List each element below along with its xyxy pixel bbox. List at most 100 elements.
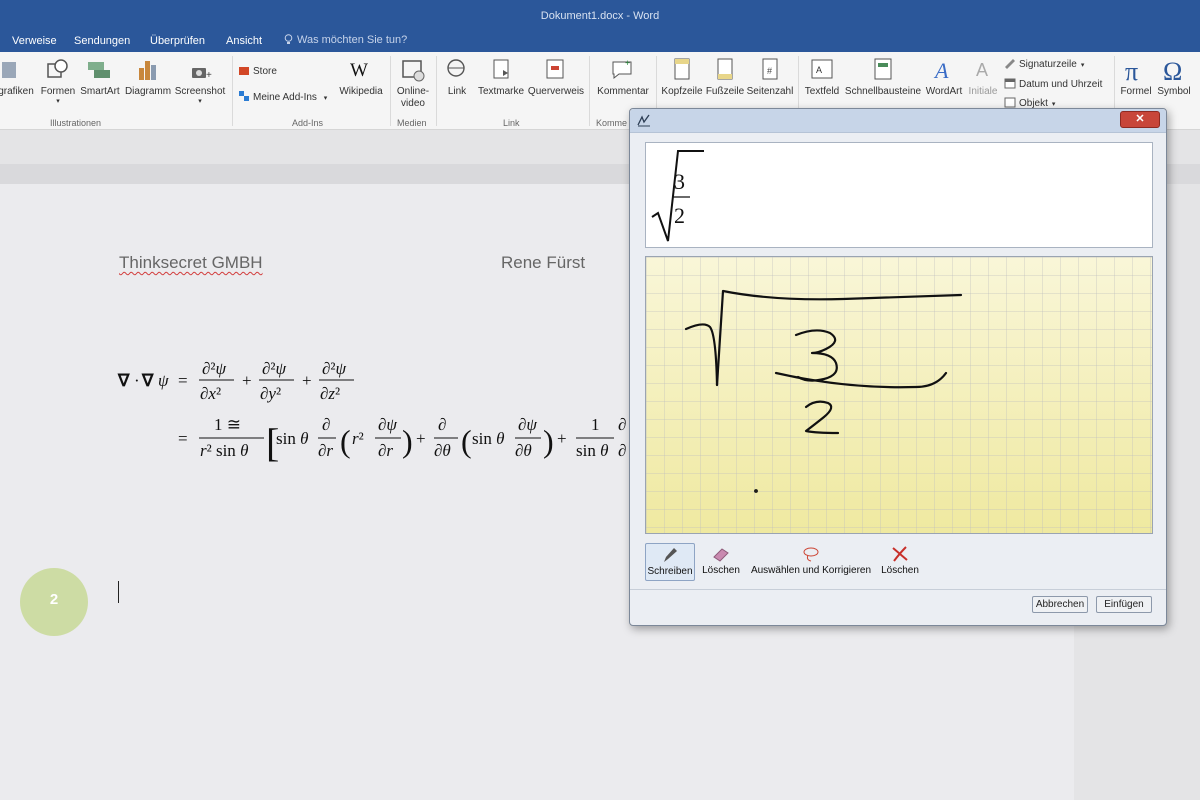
clear-all-button[interactable]: Löschen xyxy=(875,543,925,581)
svg-text:sin θ: sin θ xyxy=(276,429,308,448)
addins-dropdown-icon: ▾ xyxy=(323,95,328,102)
tab-verweise[interactable]: Verweise xyxy=(12,35,57,47)
svg-text:#: # xyxy=(767,66,772,76)
svg-text:∂y²: ∂y² xyxy=(260,384,281,403)
svg-text:(: ( xyxy=(340,423,351,459)
svg-text:1 ≅: 1 ≅ xyxy=(214,415,241,434)
chart-icon xyxy=(139,61,156,80)
online-video-label-2: video xyxy=(401,98,425,109)
diagramm-button[interactable]: Diagramm xyxy=(124,56,172,97)
group-divider xyxy=(436,56,437,126)
cancel-button[interactable]: Abbrechen xyxy=(1032,596,1088,613)
math-input-dialog: ✕ 3 2 Schreiben Löschen Auswählen und Ko… xyxy=(629,108,1167,626)
tab-ueberpruefen[interactable]: Überprüfen xyxy=(150,35,205,47)
screenshot-button[interactable]: + Screenshot ▾ xyxy=(174,56,226,105)
svg-text:∇: ∇ xyxy=(117,371,130,390)
wordart-button[interactable]: A WordArt xyxy=(922,56,966,97)
kopfzeile-button[interactable]: Kopfzeile xyxy=(659,56,705,97)
select-correct-tool-button[interactable]: Auswählen und Korrigieren xyxy=(747,543,875,581)
ribbon-tab-row: Verweise Sendungen Überprüfen Ansicht Wa… xyxy=(0,32,1200,52)
svg-text:A: A xyxy=(976,60,988,80)
smartart-icon xyxy=(88,62,110,78)
svg-text:∂: ∂ xyxy=(618,415,626,434)
svg-text:+: + xyxy=(557,429,567,448)
store-label: Store xyxy=(253,66,277,77)
schnellbausteine-button[interactable]: Schnellbausteine xyxy=(844,56,922,97)
svg-text:+: + xyxy=(625,58,630,68)
meine-addins-button[interactable]: Meine Add-Ins ▾ xyxy=(238,90,327,103)
group-divider xyxy=(232,56,233,126)
svg-text:∂: ∂ xyxy=(618,441,626,460)
signaturzeile-button[interactable]: Signaturzeile ▾ xyxy=(1004,57,1084,70)
textmarke-button[interactable]: Textmarke xyxy=(476,56,526,97)
svg-text:∂r: ∂r xyxy=(318,441,333,460)
link-label: Link xyxy=(447,86,467,97)
schnellbausteine-label: Schnellbausteine xyxy=(844,86,922,97)
kommentar-button[interactable]: + Kommentar xyxy=(593,56,653,97)
svg-text:r²: r² xyxy=(352,429,364,448)
omega-symbol-icon: Ω xyxy=(1163,57,1182,84)
wordart-icon: A xyxy=(933,58,949,83)
seitenzahl-button[interactable]: # Seitenzahl xyxy=(745,56,795,97)
clear-all-label: Löschen xyxy=(881,565,919,576)
wordart-label: WordArt xyxy=(925,86,963,97)
formel-button[interactable]: π Formel xyxy=(1118,56,1154,97)
svg-text:=: = xyxy=(178,371,188,390)
camera-icon: + xyxy=(192,68,212,81)
dialog-title-bar[interactable]: ✕ xyxy=(630,109,1166,133)
initiale-label: Initiale xyxy=(968,86,998,97)
equation-nabla[interactable]: ∇ · ∇ ψ = ∂²ψ ∂x² + ∂²ψ ∂y² + ∂²ψ ∂z² = … xyxy=(116,352,636,472)
link-button[interactable]: Link xyxy=(440,56,474,97)
handwriting-canvas[interactable] xyxy=(645,256,1153,534)
tab-ansicht[interactable]: Ansicht xyxy=(226,35,262,47)
pen-icon xyxy=(664,548,677,562)
erase-tool-button[interactable]: Löschen xyxy=(699,543,743,581)
tab-sendungen[interactable]: Sendungen xyxy=(74,35,130,47)
write-tool-button[interactable]: Schreiben xyxy=(645,543,695,581)
signaturzeile-label: Signaturzeile xyxy=(1019,59,1077,70)
svg-text:∂r: ∂r xyxy=(378,441,393,460)
wikipedia-button[interactable]: W Wikipedia xyxy=(336,56,386,97)
fusszeile-button[interactable]: Fußzeile xyxy=(705,56,745,97)
formen-button[interactable]: Formen ▾ xyxy=(38,56,78,105)
close-button[interactable]: ✕ xyxy=(1120,111,1160,128)
datum-uhrzeit-button[interactable]: Datum und Uhrzeit xyxy=(1004,77,1102,90)
lightbulb-icon xyxy=(284,34,293,44)
svg-text:∂θ: ∂θ xyxy=(434,441,451,460)
querverweis-button[interactable]: Querverweis xyxy=(527,56,585,97)
formen-label: Formen xyxy=(40,86,76,97)
text-cursor xyxy=(118,581,119,603)
svg-text:∂²ψ: ∂²ψ xyxy=(202,359,227,378)
symbol-button[interactable]: Ω Symbol xyxy=(1155,56,1193,97)
ink-strokes xyxy=(684,289,963,493)
math-preview: 3 2 xyxy=(645,142,1153,248)
online-video-button[interactable]: Online- video xyxy=(394,56,432,110)
objekt-dropdown-icon: ▾ xyxy=(1051,101,1056,108)
smartart-button[interactable]: SmartArt xyxy=(78,56,122,97)
select-correct-tool-label: Auswählen und Korrigieren xyxy=(750,565,872,576)
group-divider xyxy=(390,56,391,126)
title-bar: Dokument1.docx - Word xyxy=(0,0,1200,32)
svg-text:+: + xyxy=(302,371,312,390)
svg-text:+: + xyxy=(416,429,426,448)
smartart-graphics-icon xyxy=(2,62,16,78)
store-button[interactable]: Store xyxy=(238,64,277,77)
svg-text:A: A xyxy=(933,58,949,83)
group-kommentare: Komme xyxy=(596,118,628,128)
svg-text:∂θ: ∂θ xyxy=(515,441,532,460)
tell-me-search[interactable]: Was möchten Sie tun? xyxy=(284,34,407,46)
svg-text:1: 1 xyxy=(591,415,600,434)
group-medien: Medien xyxy=(397,118,427,128)
svg-text:·: · xyxy=(134,371,140,390)
formen-dropdown-icon: ▾ xyxy=(56,98,60,105)
insert-button[interactable]: Einfügen xyxy=(1096,596,1152,613)
grafiken-button[interactable]: grafiken xyxy=(0,56,36,97)
initiale-button[interactable]: A Initiale xyxy=(966,56,1000,97)
svg-text:=: = xyxy=(178,429,188,448)
datum-uhrzeit-label: Datum und Uhrzeit xyxy=(1019,79,1103,90)
textfeld-button[interactable]: A Textfeld xyxy=(802,56,842,97)
author-name: Rene Fürst xyxy=(501,253,586,272)
preview-numerator: 3 xyxy=(674,169,685,194)
screenshot-label: Screenshot xyxy=(174,86,226,97)
globe-link-icon xyxy=(447,59,465,77)
